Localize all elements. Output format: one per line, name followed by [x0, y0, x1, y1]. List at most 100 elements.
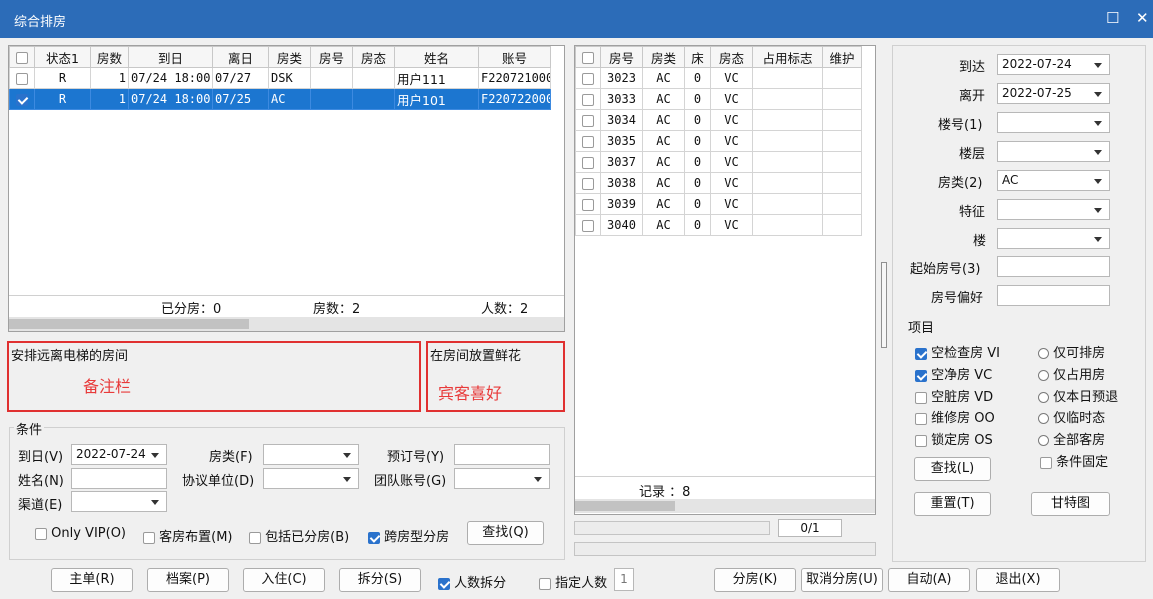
row-checkbox[interactable] [9, 88, 35, 110]
roomtype-select[interactable] [263, 444, 359, 465]
table-row-selected[interactable]: R 1 07/24 18:00 07/25 AC 用户101 F22072200… [9, 88, 551, 110]
filter-leave-select[interactable]: 2022-07-25 [997, 83, 1110, 104]
row-checkbox[interactable] [575, 109, 601, 131]
table-row[interactable]: 3023 AC 0 VC [575, 67, 862, 89]
table-row[interactable]: 3033 AC 0 VC [575, 88, 862, 110]
split-button[interactable]: 拆分(S) [339, 568, 421, 592]
filter-roomtype-select[interactable]: AC [997, 170, 1110, 191]
cross-type-checkbox[interactable]: 跨房型分房 [368, 526, 449, 545]
check-os[interactable]: 锁定房 OS [915, 429, 993, 448]
row-checkbox[interactable] [575, 193, 601, 215]
table-row[interactable]: 3034 AC 0 VC [575, 109, 862, 131]
agreement-select[interactable] [263, 468, 359, 489]
cell-type: AC [642, 67, 685, 89]
col-room-type[interactable]: 房类 [642, 46, 685, 68]
horizontal-scrollbar[interactable] [9, 317, 564, 331]
splitter-handle[interactable] [881, 262, 887, 348]
radio-assignable[interactable]: 仅可排房 [1038, 342, 1105, 361]
cell-type: DSK [268, 67, 311, 89]
start-room-input[interactable] [997, 256, 1110, 277]
col-room-no[interactable]: 房号 [600, 46, 643, 68]
col-state[interactable]: 房态 [352, 46, 395, 68]
booking-no-input[interactable] [454, 444, 550, 465]
filter-tower-select[interactable] [997, 228, 1110, 249]
col-room-state[interactable]: 房态 [710, 46, 753, 68]
row-checkbox[interactable] [575, 214, 601, 236]
channel-select[interactable] [71, 491, 167, 512]
group-account-select[interactable] [454, 468, 550, 489]
radio-all-rooms[interactable]: 全部客房 [1038, 429, 1105, 448]
cell-room: 3039 [600, 193, 643, 215]
filter-feature-select[interactable] [997, 199, 1110, 220]
reset-button[interactable]: 重置(T) [914, 492, 991, 516]
filter-building-label: 楼号(1) [938, 118, 983, 133]
search-button[interactable]: 查找(Q) [467, 521, 544, 545]
col-occupied-flag[interactable]: 占用标志 [752, 46, 823, 68]
room-layout-label: 客房布置(M) [159, 530, 233, 545]
room-layout-checkbox[interactable]: 客房布置(M) [143, 526, 233, 545]
room-select-all-checkbox[interactable] [575, 46, 601, 68]
include-assigned-checkbox[interactable]: 包括已分房(B) [249, 526, 349, 545]
check-oo[interactable]: 维修房 OO [915, 407, 995, 426]
checkin-button[interactable]: 入住(C) [243, 568, 325, 592]
select-all-checkbox[interactable] [9, 46, 35, 68]
table-row[interactable]: 3040 AC 0 VC [575, 214, 862, 236]
specify-persons-checkbox[interactable]: 指定人数 [539, 572, 607, 591]
room-pref-input[interactable] [997, 285, 1110, 306]
master-button[interactable]: 主单(R) [51, 568, 133, 592]
table-row[interactable]: 3039 AC 0 VC [575, 193, 862, 215]
profile-button[interactable]: 档案(P) [147, 568, 229, 592]
maximize-icon[interactable]: ☐ [1106, 9, 1119, 27]
filter-feature-label: 特征 [959, 205, 986, 220]
table-row[interactable]: 3037 AC 0 VC [575, 151, 862, 173]
col-name[interactable]: 姓名 [394, 46, 479, 68]
filter-search-button[interactable]: 查找(L) [914, 457, 991, 481]
col-maintenance[interactable]: 维护 [822, 46, 862, 68]
check-vi[interactable]: 空检查房 VI [915, 342, 1000, 361]
arrive-date-select[interactable]: 2022-07-24 [71, 444, 167, 465]
row-checkbox[interactable] [575, 130, 601, 152]
cell-state [352, 88, 395, 110]
col-account[interactable]: 账号 [478, 46, 551, 68]
col-leave[interactable]: 离日 [212, 46, 269, 68]
name-input[interactable] [71, 468, 167, 489]
close-icon[interactable]: ✕ [1136, 9, 1149, 27]
row-checkbox[interactable] [575, 151, 601, 173]
check-vc[interactable]: 空净房 VC [915, 364, 992, 383]
table-row[interactable]: R 1 07/24 18:00 07/27 DSK 用户111 F2207210… [9, 67, 551, 89]
only-vip-checkbox[interactable]: Only VIP(O) [35, 526, 126, 541]
person-split-checkbox[interactable]: 人数拆分 [438, 572, 506, 591]
filter-building-select[interactable] [997, 112, 1110, 133]
filter-floor-select[interactable] [997, 141, 1110, 162]
table-row[interactable]: 3035 AC 0 VC [575, 130, 862, 152]
col-bed[interactable]: 床 [684, 46, 711, 68]
col-type[interactable]: 房类 [268, 46, 311, 68]
table-row[interactable]: 3038 AC 0 VC [575, 172, 862, 194]
col-status[interactable]: 状态1 [34, 46, 91, 68]
gantt-button[interactable]: 甘特图 [1031, 492, 1110, 516]
room-horizontal-scrollbar[interactable] [575, 499, 875, 513]
cell-leave: 07/27 [212, 67, 269, 89]
room-header-row: 房号 房类 床 房态 占用标志 维护 [575, 46, 862, 68]
title-bar: 综合排房 ☐ ✕ [0, 0, 1153, 38]
check-vd[interactable]: 空脏房 VD [915, 386, 993, 405]
col-count[interactable]: 房数 [90, 46, 129, 68]
row-checkbox[interactable] [575, 67, 601, 89]
col-room[interactable]: 房号 [310, 46, 353, 68]
fixed-condition-checkbox[interactable]: 条件固定 [1040, 451, 1108, 470]
row-checkbox[interactable] [575, 88, 601, 110]
row-checkbox[interactable] [9, 67, 35, 89]
col-arrive[interactable]: 到日 [128, 46, 213, 68]
row-checkbox[interactable] [575, 172, 601, 194]
radio-today-checkout[interactable]: 仅本日预退 [1038, 386, 1118, 405]
exit-button[interactable]: 退出(X) [976, 568, 1060, 592]
radio-occupied[interactable]: 仅占用房 [1038, 364, 1105, 383]
auto-button[interactable]: 自动(A) [888, 568, 970, 592]
assign-button[interactable]: 分房(K) [714, 568, 796, 592]
remark-box[interactable]: 安排远离电梯的房间 备注栏 [7, 341, 421, 412]
preference-box[interactable]: 在房间放置鲜花 宾客喜好 [426, 341, 565, 412]
filter-arrive-select[interactable]: 2022-07-24 [997, 54, 1110, 75]
radio-temporary[interactable]: 仅临时态 [1038, 407, 1105, 426]
cancel-assign-button[interactable]: 取消分房(U) [801, 568, 883, 592]
persons-input[interactable]: 1 [614, 568, 634, 591]
